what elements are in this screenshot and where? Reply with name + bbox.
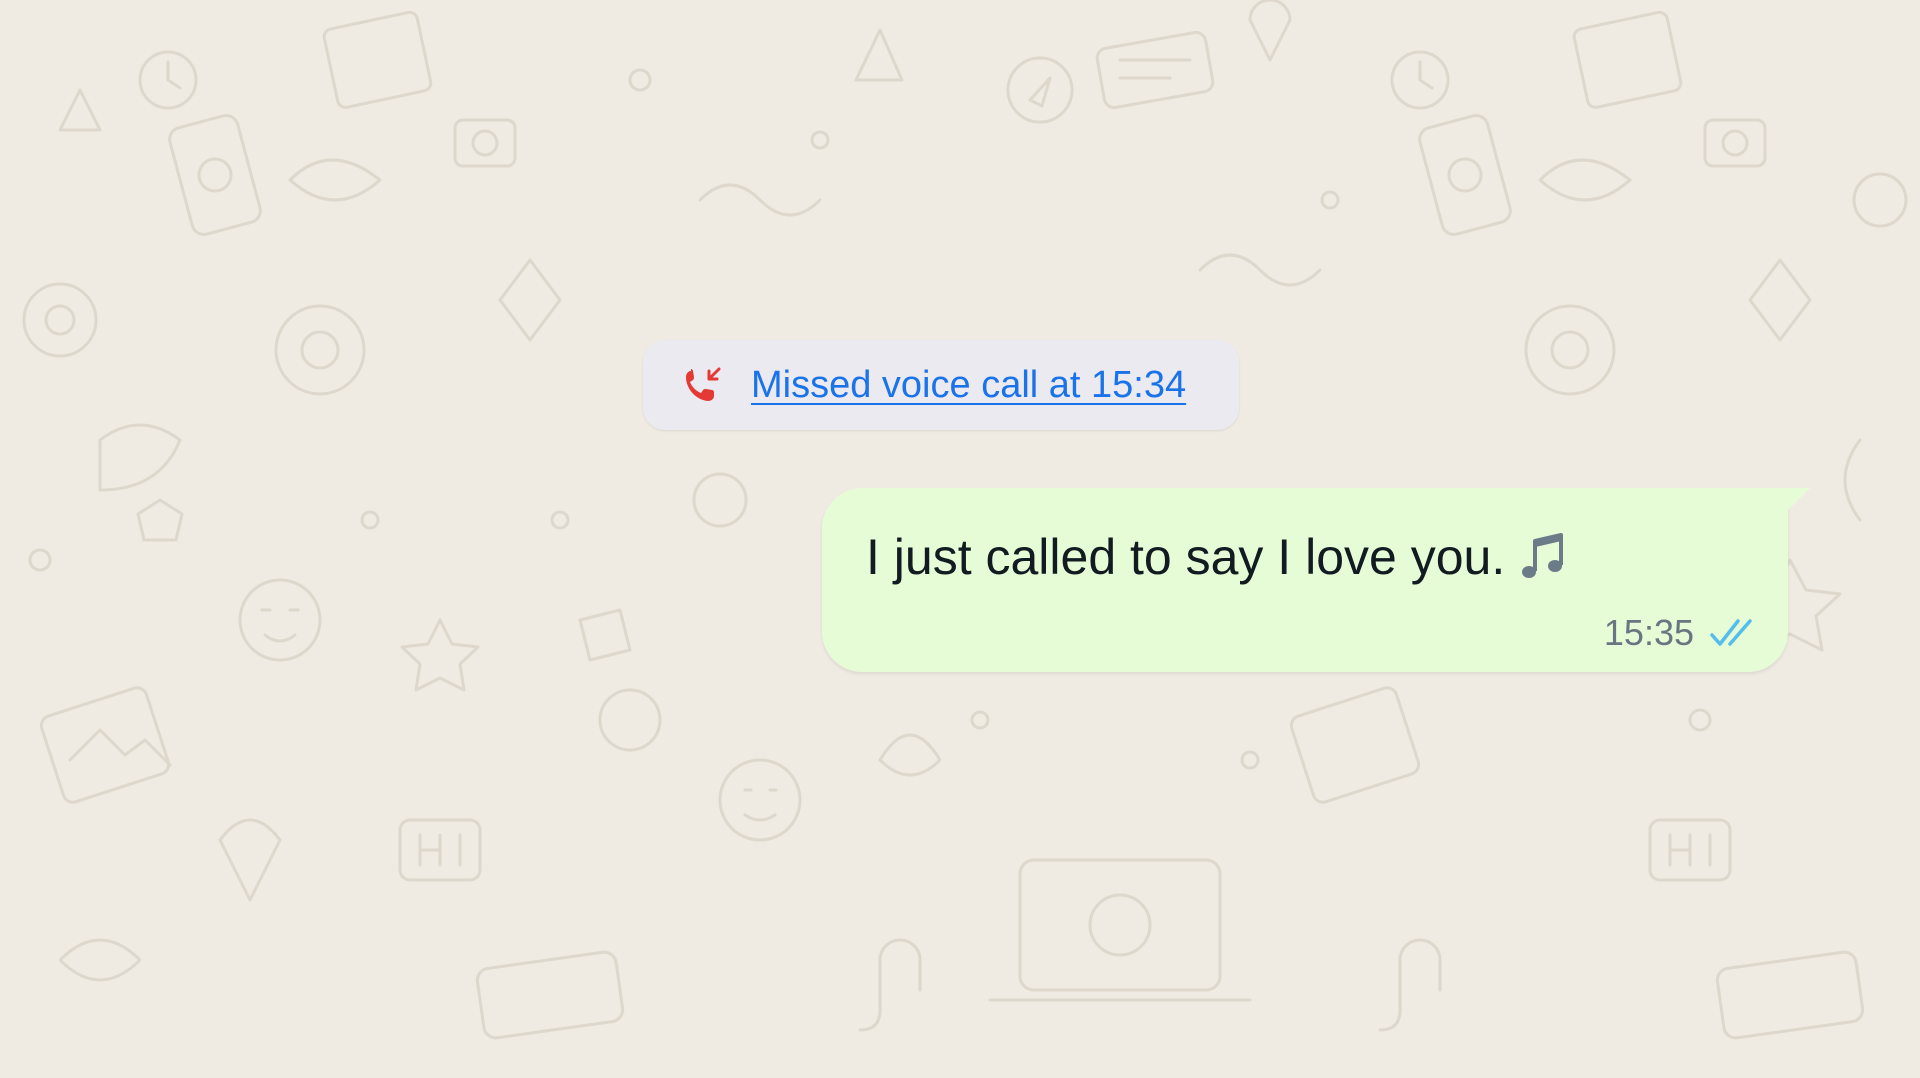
double-check-icon	[1708, 617, 1758, 649]
chat-background: Missed voice call at 15:34 I just called…	[0, 0, 1920, 1078]
missed-call-text[interactable]: Missed voice call at 15:34	[751, 364, 1186, 407]
message-time: 15:35	[1603, 612, 1694, 653]
outgoing-message-bubble[interactable]: I just called to say I love you. 15:35	[822, 488, 1810, 672]
message-body: I just called to say I love you.	[866, 529, 1506, 585]
message-text: I just called to say I love you.	[866, 528, 1567, 586]
bubble-tail	[1786, 488, 1810, 512]
music-note-icon	[1519, 531, 1567, 583]
message-meta: 15:35	[1604, 612, 1758, 654]
missed-call-icon	[683, 365, 723, 405]
missed-call-notice[interactable]: Missed voice call at 15:34	[643, 340, 1239, 430]
